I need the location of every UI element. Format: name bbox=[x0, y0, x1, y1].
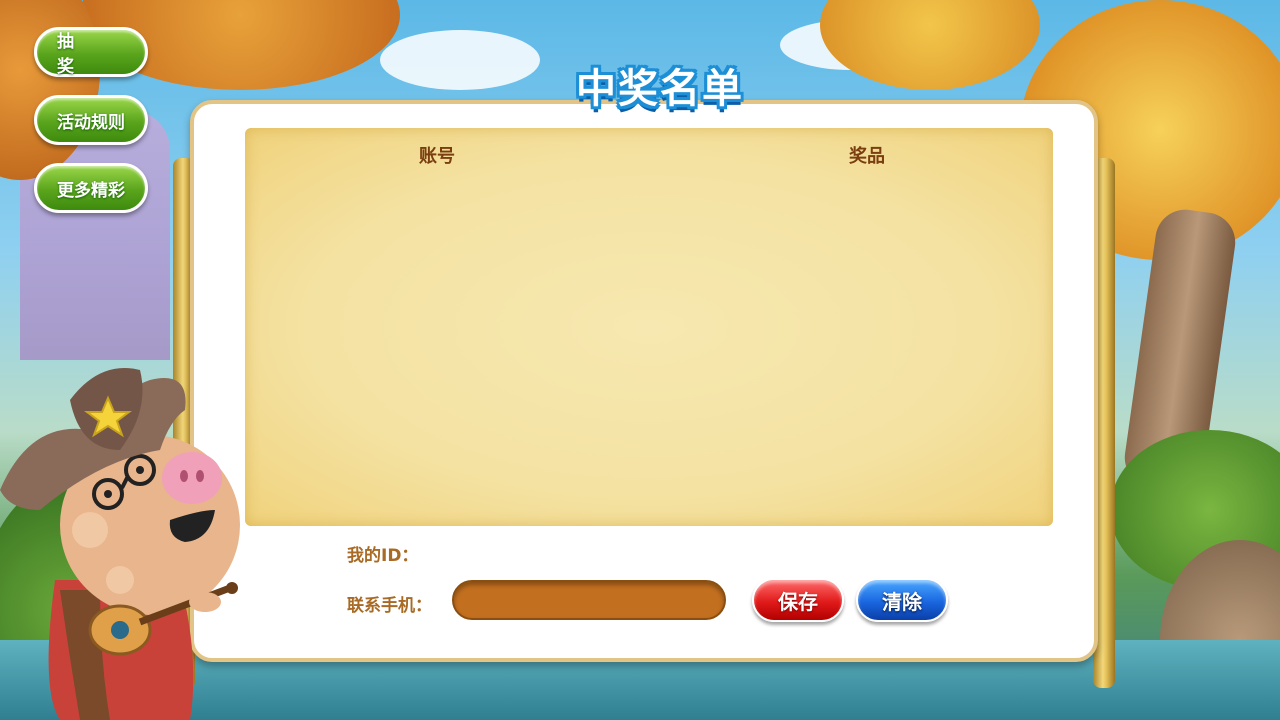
lottery-button[interactable]: 抽 奖 bbox=[34, 27, 148, 77]
more-button[interactable]: 更多精彩 bbox=[34, 163, 148, 213]
phone-label: 联系手机： bbox=[347, 596, 432, 616]
column-header-prize: 奖品 bbox=[849, 146, 885, 167]
save-button[interactable]: 保存 bbox=[752, 578, 844, 622]
cowboy-pig-character bbox=[0, 368, 240, 720]
winners-list: 账号 奖品 bbox=[245, 128, 1053, 526]
rules-button[interactable]: 活动规则 bbox=[34, 95, 148, 145]
panel-title: 中奖名单 bbox=[560, 50, 760, 120]
my-id-label: 我的ID： bbox=[347, 546, 419, 566]
phone-input[interactable] bbox=[452, 580, 726, 620]
column-header-account: 账号 bbox=[419, 146, 455, 167]
panel-title-text: 中奖名单 bbox=[576, 66, 744, 112]
clear-button[interactable]: 清除 bbox=[856, 578, 948, 622]
